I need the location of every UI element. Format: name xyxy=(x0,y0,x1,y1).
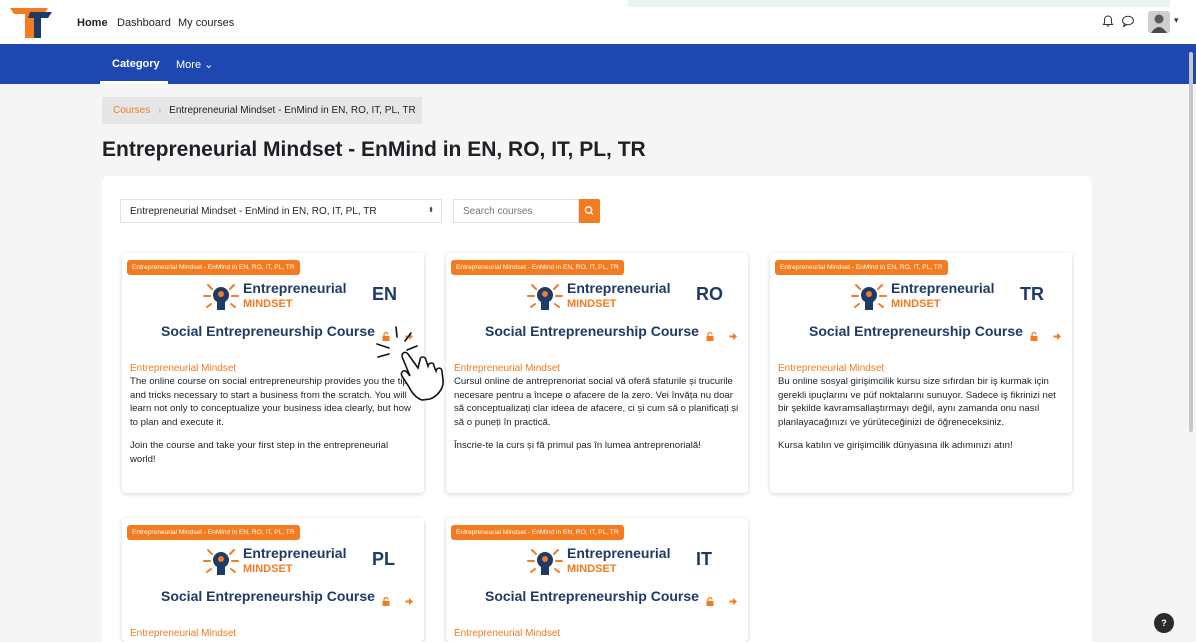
select-arrows-icon: ⬍ xyxy=(428,207,434,214)
notice-strip xyxy=(628,0,1170,7)
course-card[interactable]: Entrepreneurial Mindset - EnMind in EN, … xyxy=(770,253,1072,493)
brand-line-1: Entrepreneurial xyxy=(243,280,347,296)
scrollbar[interactable] xyxy=(1189,52,1193,432)
summary-paragraph: Înscrie-te la curs și fă primul pas în l… xyxy=(454,440,701,451)
course-image[interactable]: Entrepreneurial Mindset - EnMind in EN, … xyxy=(446,253,748,356)
language-code: EN xyxy=(372,284,398,304)
brand-line-1: Entrepreneurial xyxy=(567,545,671,561)
summary-paragraph: Cursul online de antreprenoriat social v… xyxy=(454,376,739,428)
course-image[interactable]: Entrepreneurial Mindset - EnMind in EN, … xyxy=(770,253,1072,356)
brand-line-1: Entrepreneurial xyxy=(567,280,671,296)
nav-dashboard-link[interactable]: Dashboard xyxy=(117,17,171,29)
bulb-icon xyxy=(203,549,239,575)
course-category-link[interactable]: Entrepreneurial Mindset xyxy=(130,627,416,640)
course-image-title: Social Entrepreneurship Course xyxy=(485,323,699,339)
brand-line-2: MINDSET xyxy=(891,298,941,310)
breadcrumb-courses-link[interactable]: Courses xyxy=(113,105,150,116)
category-select-value: Entrepreneurial Mindset - EnMind in EN, … xyxy=(130,206,377,217)
course-category-link[interactable]: Entrepreneurial Mindset xyxy=(454,362,740,375)
course-image-title: Social Entrepreneurship Course xyxy=(161,323,375,339)
summary-paragraph: Kursa katılın ve girişimcilik dünyasına … xyxy=(778,440,1013,451)
enrol-icon[interactable] xyxy=(1053,332,1063,341)
top-navbar: Home Dashboard My courses ▾ xyxy=(0,0,1196,44)
search-icon xyxy=(584,206,594,215)
avatar[interactable] xyxy=(1148,11,1170,33)
bulb-icon xyxy=(527,549,563,575)
active-tab-indicator xyxy=(100,81,168,84)
category-badge: Entrepreneurial Mindset - EnMind in EN, … xyxy=(775,260,948,275)
course-description: Bu online sosyal girişimcilik kursu size… xyxy=(778,375,1064,453)
language-code: RO xyxy=(696,284,723,304)
nav-my-courses-link[interactable]: My courses xyxy=(178,17,234,29)
course-card[interactable]: Entrepreneurial Mindset - EnMind in EN, … xyxy=(122,518,424,642)
course-category-link[interactable]: Entrepreneurial Mindset xyxy=(454,627,740,640)
category-badge: Entrepreneurial Mindset - EnMind in EN, … xyxy=(127,260,300,275)
enrol-icon[interactable] xyxy=(729,332,739,341)
course-summary: Entrepreneurial Mindset xyxy=(122,621,424,640)
course-image-title: Social Entrepreneurship Course xyxy=(485,588,699,604)
brand-line-2: MINDSET xyxy=(243,298,293,310)
course-image-title: Social Entrepreneurship Course xyxy=(161,588,375,604)
brand-line-1: Entrepreneurial xyxy=(243,545,347,561)
category-badge: Entrepreneurial Mindset - EnMind in EN, … xyxy=(451,525,624,540)
enrol-icon[interactable] xyxy=(729,597,739,606)
nav-home-link[interactable]: Home xyxy=(77,17,108,29)
course-image[interactable]: Entrepreneurial Mindset - EnMind in EN, … xyxy=(446,518,748,621)
search-button[interactable] xyxy=(579,199,600,223)
category-badge: Entrepreneurial Mindset - EnMind in EN, … xyxy=(451,260,624,275)
course-image-title: Social Entrepreneurship Course xyxy=(809,323,1023,339)
course-summary: Entrepreneurial Mindset Bu online sosyal… xyxy=(770,356,1072,453)
language-code: PL xyxy=(372,549,396,569)
search-input[interactable] xyxy=(453,199,579,223)
bulb-icon xyxy=(851,284,887,310)
tab-category[interactable]: Category xyxy=(112,58,160,70)
course-card[interactable]: Entrepreneurial Mindset - EnMind in EN, … xyxy=(446,518,748,642)
brand-line-2: MINDSET xyxy=(567,563,617,575)
chevron-down-icon[interactable]: ▾ xyxy=(1174,15,1179,26)
secondary-navbar: Category More ⌄ xyxy=(0,44,1196,84)
course-card[interactable]: Entrepreneurial Mindset - EnMind in EN, … xyxy=(446,253,748,493)
page-title: Entrepreneurial Mindset - EnMind in EN, … xyxy=(102,138,646,161)
lock-icon xyxy=(706,332,714,341)
breadcrumb-separator: › xyxy=(158,105,162,116)
help-button[interactable]: ? xyxy=(1154,613,1174,633)
brand-line-1: Entrepreneurial xyxy=(891,280,995,296)
language-code: TR xyxy=(1020,284,1044,304)
pointer-hand-icon xyxy=(376,326,444,401)
bulb-icon xyxy=(203,284,239,310)
category-badge: Entrepreneurial Mindset - EnMind in EN, … xyxy=(127,525,300,540)
breadcrumb-current: Entrepreneurial Mindset - EnMind in EN, … xyxy=(169,105,416,116)
enrol-icon[interactable] xyxy=(405,597,415,606)
chat-icon[interactable] xyxy=(1121,14,1135,28)
lock-icon xyxy=(706,597,714,606)
user-silhouette-icon xyxy=(1148,11,1170,33)
course-image[interactable]: Entrepreneurial Mindset - EnMind in EN, … xyxy=(122,518,424,621)
lock-icon xyxy=(1030,332,1038,341)
lock-icon xyxy=(382,597,390,606)
brand-line-2: MINDSET xyxy=(243,563,293,575)
more-menu-button[interactable]: More ⌄ xyxy=(176,58,213,71)
breadcrumb: Courses › Entrepreneurial Mindset - EnMi… xyxy=(102,97,422,124)
bulb-icon xyxy=(527,284,563,310)
course-summary: Entrepreneurial Mindset Cursul online de… xyxy=(446,356,748,453)
course-description: Cursul online de antreprenoriat social v… xyxy=(454,375,740,453)
logo-icon[interactable] xyxy=(8,6,54,40)
category-select[interactable]: Entrepreneurial Mindset - EnMind in EN, … xyxy=(120,199,442,223)
bell-icon[interactable] xyxy=(1101,14,1115,28)
language-code: IT xyxy=(696,549,712,569)
summary-paragraph: Bu online sosyal girişimcilik kursu size… xyxy=(778,376,1056,428)
course-category-link[interactable]: Entrepreneurial Mindset xyxy=(778,362,1064,375)
brand-line-2: MINDSET xyxy=(567,298,617,310)
summary-paragraph: Join the course and take your first step… xyxy=(130,440,389,465)
course-summary: Entrepreneurial Mindset xyxy=(446,621,748,640)
